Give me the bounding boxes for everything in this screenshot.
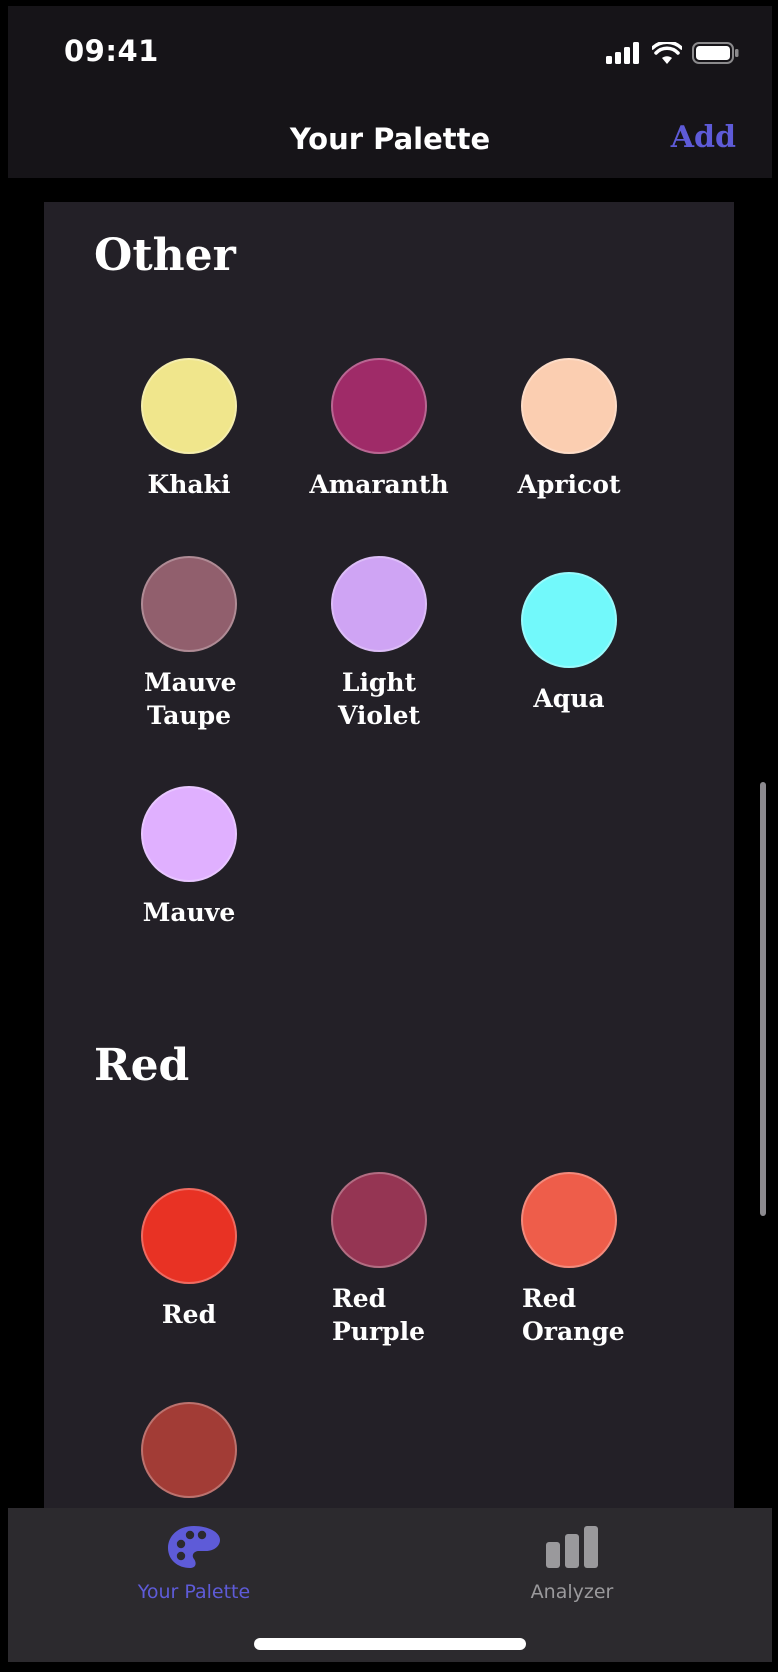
color-circle (141, 1402, 237, 1498)
status-icons (606, 42, 740, 64)
scrollbar[interactable] (760, 782, 766, 1216)
swatch-aqua[interactable]: Aqua (474, 572, 664, 715)
add-button[interactable]: Add (671, 120, 736, 155)
swatch-red-purple[interactable]: Red Purple (284, 1172, 474, 1348)
swatch-mauve-taupe[interactable]: Mauve Taupe (94, 556, 284, 732)
swatch-label: Mauve Taupe (144, 668, 237, 730)
color-circle (521, 358, 617, 454)
battery-icon (692, 42, 739, 64)
swatch-label: Red (161, 1300, 217, 1329)
swatch-red-orange[interactable]: Red Orange (474, 1172, 664, 1348)
color-circle (141, 786, 237, 882)
tab-label: Analyzer (530, 1581, 614, 1603)
swatch-red[interactable]: Red (94, 1188, 284, 1331)
swatch-khaki[interactable]: Khaki (94, 358, 284, 501)
swatch-amaranth[interactable]: Amaranth (284, 358, 474, 501)
swatch-label: Light Violet (337, 668, 421, 730)
tab-your-palette[interactable]: Your Palette (94, 1524, 294, 1603)
cellular-signal-icon (606, 42, 639, 64)
swatch-label: Apricot (517, 470, 621, 499)
color-circle (141, 1188, 237, 1284)
color-circle (141, 556, 237, 652)
swatch-partial[interactable] (94, 1402, 284, 1498)
tab-label: Your Palette (137, 1581, 251, 1603)
swatch-light-violet[interactable]: Light Violet (284, 556, 474, 732)
page-title: Your Palette (289, 122, 491, 156)
section-title-red: Red (94, 1040, 190, 1091)
color-circle (521, 572, 617, 668)
status-time: 09:41 (64, 34, 159, 68)
color-circle (331, 556, 427, 652)
swatch-label: Aqua (533, 684, 605, 713)
swatch-mauve[interactable]: Mauve (94, 786, 284, 929)
color-circle (331, 358, 427, 454)
color-circle (141, 358, 237, 454)
app-screen: 09:41 Your Palette Add Other Khaki Amara… (8, 6, 772, 1662)
status-bar: 09:41 (8, 6, 772, 102)
palette-list[interactable]: Other Khaki Amaranth Apricot Mauve Taupe… (44, 202, 734, 1512)
color-circle (521, 1172, 617, 1268)
palette-icon (168, 1526, 220, 1568)
swatch-label: Amaranth (309, 470, 449, 499)
color-circle (331, 1172, 427, 1268)
bar-chart-icon (546, 1526, 598, 1568)
swatch-label: Red Orange (522, 1284, 625, 1346)
wifi-icon (652, 42, 682, 64)
swatch-label: Mauve (142, 898, 236, 927)
home-indicator (254, 1638, 526, 1650)
navigation-bar: Your Palette Add (8, 102, 772, 178)
swatch-label: Khaki (147, 470, 231, 499)
tab-analyzer[interactable]: Analyzer (472, 1524, 672, 1603)
swatch-label: Red Purple (332, 1284, 426, 1346)
section-title-other: Other (94, 230, 236, 281)
swatch-apricot[interactable]: Apricot (474, 358, 664, 501)
